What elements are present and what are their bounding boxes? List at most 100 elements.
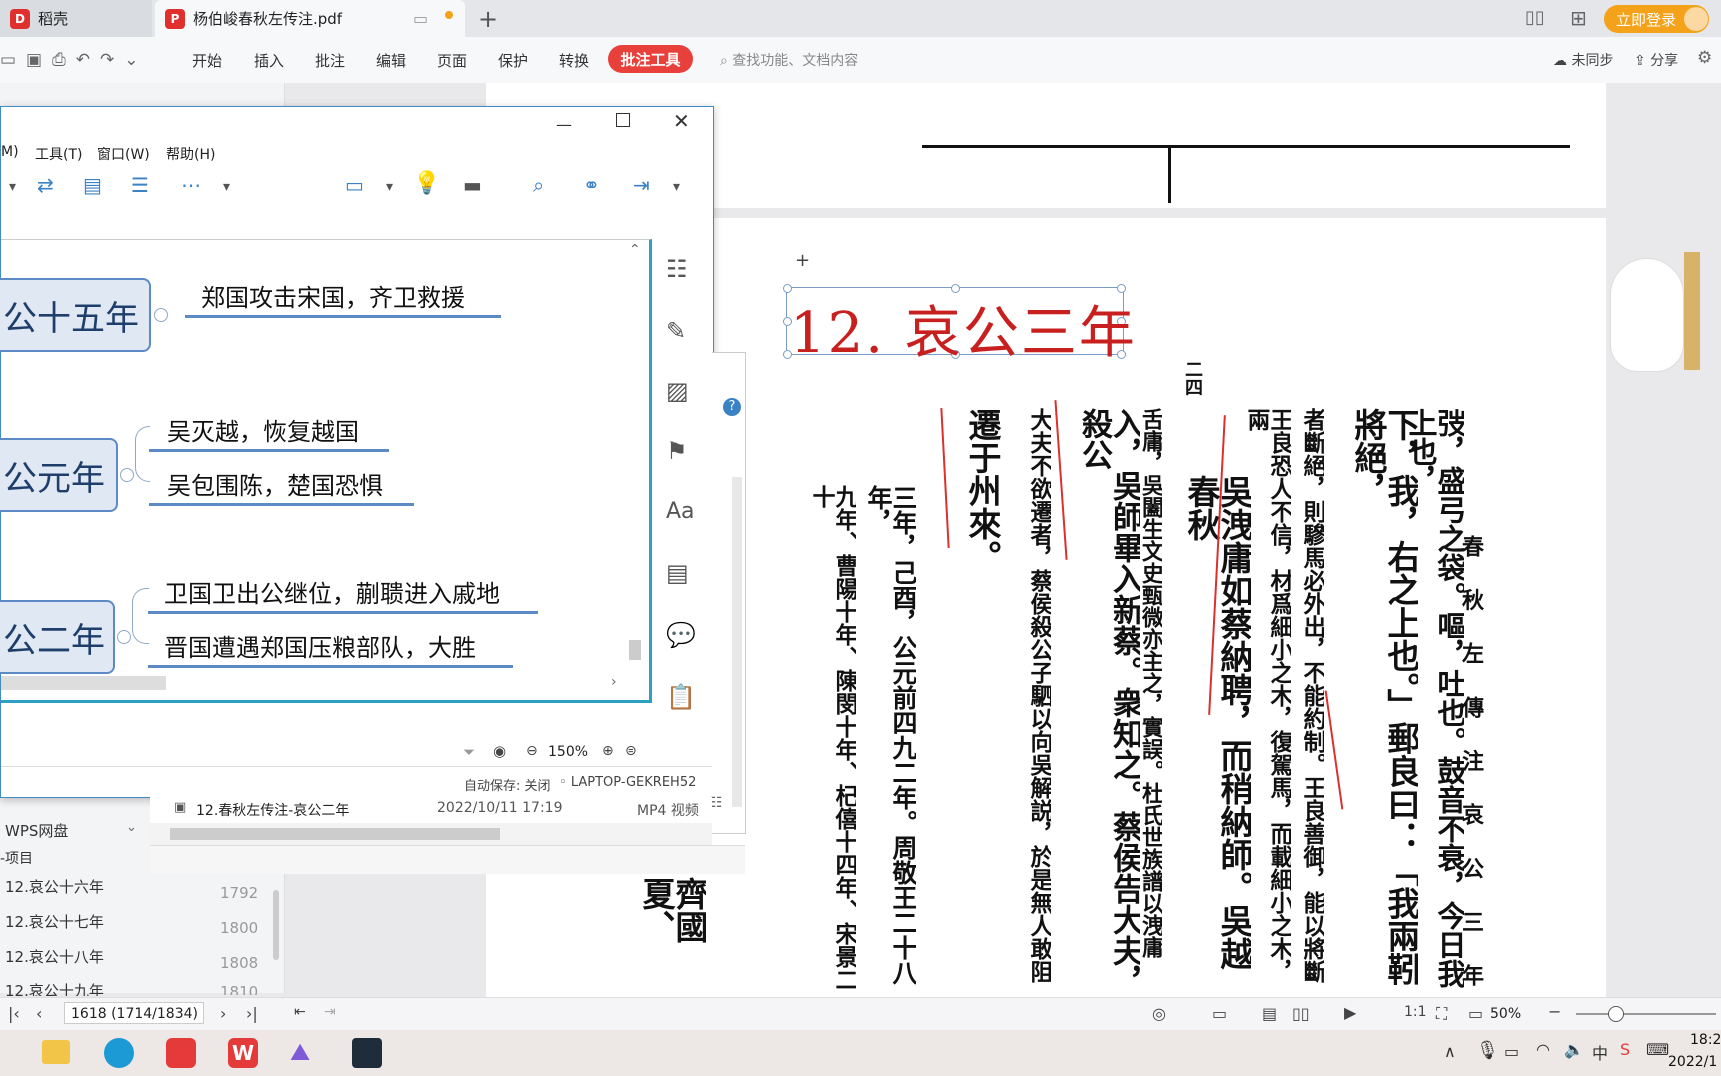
layout-icon[interactable]: ▯▯ [1525, 7, 1545, 28]
menu-insert[interactable]: 插入 [254, 50, 284, 71]
mindmap-window[interactable]: — ✕ M) 工具(T) 窗口(W) 帮助(H) ▾ ⇄ ▤ ☰ ⋯ ▾ ▭ ▾… [0, 106, 714, 798]
wps-icon[interactable]: W [228, 1038, 258, 1068]
maximize-icon[interactable] [616, 113, 630, 127]
menu-window[interactable]: 窗口(W) [97, 144, 150, 164]
filter-icon[interactable]: ⏷ [463, 743, 475, 761]
tab-document[interactable]: P 杨伯峻春秋左传注.pdf ▭ [155, 0, 465, 37]
subtopic-label[interactable]: 卫国卫出公继位，蒯聩进入戚地 [164, 574, 500, 609]
search-input[interactable]: ⌕ 查找功能、文档内容 [720, 50, 858, 70]
clock-date[interactable]: 2022/1 [1668, 1054, 1717, 1070]
page-input[interactable]: 1618 (1714/1834) [64, 1002, 204, 1024]
ime-toolbar[interactable] [1684, 252, 1700, 370]
note-icon[interactable]: ▤ [666, 559, 689, 587]
text-style-icon[interactable]: Aa [666, 499, 695, 524]
edge-browser-icon[interactable] [104, 1038, 134, 1068]
clock-time[interactable]: 18:2 [1690, 1032, 1721, 1048]
outline-item[interactable]: 12.哀公十七年 [5, 911, 104, 932]
battery-icon[interactable]: ▭ [1504, 1042, 1519, 1061]
zoom-in-icon[interactable]: ⊕ [602, 743, 614, 759]
wifi-icon[interactable]: ◠ [1536, 1040, 1550, 1059]
ime-mode-icon[interactable]: 中 [1592, 1040, 1608, 1064]
zoom-slider[interactable] [1576, 1013, 1716, 1015]
menu-edit[interactable]: 编辑 [376, 50, 406, 71]
settings-icon[interactable]: ⚙ [1697, 48, 1712, 68]
outline-icon[interactable]: ☷ [666, 255, 688, 283]
panel-icon[interactable]: ▬ [463, 173, 482, 197]
menu-convert[interactable]: 转换 [559, 50, 589, 71]
microphone-icon[interactable]: 🎙 [1476, 1040, 1499, 1061]
apps-grid-icon[interactable]: ⊞ [1570, 6, 1587, 30]
collapse-toggle-icon[interactable] [117, 630, 131, 644]
help-icon[interactable]: ? [723, 398, 741, 416]
play-icon[interactable]: ▶ [1344, 1003, 1356, 1022]
topic-node[interactable]: 公二年 [0, 600, 115, 674]
presentation-icon[interactable]: ▭ [345, 173, 364, 197]
single-page-icon[interactable]: ▭ [1212, 1004, 1227, 1023]
first-page-icon[interactable]: |‹ [8, 1004, 20, 1023]
file-row[interactable]: ▣ 12.春秋左传注-哀公二年 2022/10/11 17:19 MP4 视频 [150, 797, 712, 823]
subtopic-label[interactable]: 晋国遭遇郑国压粮部队，大胜 [164, 628, 476, 663]
comment-icon[interactable]: 💬 [666, 621, 696, 649]
outline-item[interactable]: 12.哀公十九年 [5, 980, 104, 996]
new-tab-button[interactable]: + [478, 5, 498, 33]
quick-access-icons[interactable]: ▭▣⎙↶↷⌄ [0, 50, 148, 70]
outline-item[interactable]: 12.哀公十六年 [5, 876, 104, 897]
menu-protect[interactable]: 保护 [498, 50, 528, 71]
more-icon[interactable]: ⋯ [181, 173, 201, 197]
topic-node[interactable]: 公元年 [0, 438, 118, 512]
zoom-out-icon[interactable]: − [1548, 1002, 1561, 1021]
menu-annotate[interactable]: 批注 [315, 50, 345, 71]
menu-help[interactable]: 帮助(H) [166, 144, 215, 164]
sogou-icon[interactable]: S [1620, 1040, 1630, 1059]
lightbulb-icon[interactable]: 💡 [413, 171, 440, 196]
sync-status[interactable]: ☁ 未同步 [1553, 50, 1613, 70]
format-brush-icon[interactable]: ✎ [666, 317, 686, 345]
eye-icon[interactable]: ◎ [1152, 1004, 1166, 1023]
topic-node[interactable]: 公十五年 [0, 278, 151, 352]
tab-home[interactable]: D 稻壳 [0, 0, 152, 37]
menu-tools[interactable]: 工具(T) [35, 144, 82, 164]
subtopic-label[interactable]: 吴包围陈，楚国恐惧 [167, 466, 383, 501]
boundary-icon[interactable]: ▤ [83, 173, 102, 197]
document-view-icon[interactable]: ▤ [1262, 1004, 1277, 1023]
chevron-down-icon[interactable]: ⌄ [126, 820, 137, 835]
video-editor-icon[interactable] [352, 1038, 382, 1068]
subtopic-label[interactable]: 吴灭越，恢复越国 [167, 412, 359, 447]
fit-icon[interactable]: ⊜ [625, 743, 637, 759]
mascot-icon[interactable] [1610, 258, 1684, 372]
wps-drive[interactable]: WPS网盘 [5, 820, 68, 841]
horizontal-scrollbar[interactable] [1, 676, 166, 690]
scrollbar[interactable] [732, 477, 742, 807]
login-button[interactable]: 立即登录 [1604, 5, 1709, 33]
search-icon[interactable]: ⌕ [533, 173, 544, 197]
dropdown-icon[interactable]: ▾ [386, 179, 393, 195]
scroll-up-icon[interactable]: ⌃ [629, 242, 641, 258]
zoom-out-icon[interactable]: ⊖ [526, 743, 538, 759]
scrollbar-thumb[interactable] [170, 828, 500, 840]
scroll-right-icon[interactable]: › [611, 674, 617, 690]
menu-annotation-tools[interactable]: 批注工具 [608, 45, 693, 73]
menu-start[interactable]: 开始 [192, 50, 222, 71]
keyboard-icon[interactable]: ⌨ [1646, 1040, 1669, 1059]
dropdown-icon[interactable]: ▾ [223, 179, 230, 195]
fit-page-icon[interactable]: ⛶ [1436, 1004, 1447, 1024]
tray-chevron-icon[interactable]: ∧ [1444, 1042, 1456, 1061]
fit-width-icon[interactable]: ▭ [1468, 1004, 1483, 1023]
menu-item[interactable]: M) [1, 144, 19, 160]
summary-icon[interactable]: ☰ [131, 173, 149, 197]
xmind-icon[interactable] [166, 1038, 196, 1068]
dropdown-icon[interactable]: ▾ [9, 179, 16, 195]
minimize-icon[interactable]: — [556, 115, 572, 134]
task-icon[interactable]: 📋 [666, 683, 696, 711]
mindmap-canvas[interactable]: 公十五年 郑国攻击宋国，齐卫救援 公元年 吴灭越，恢复越国 吴包围陈，楚国恐惧 … [0, 239, 652, 703]
file-explorer-icon[interactable] [42, 1040, 70, 1064]
actual-size-icon[interactable]: 1:1 [1404, 1004, 1427, 1020]
subtopic-label[interactable]: 郑国攻击宋国，齐卫救援 [201, 278, 465, 313]
outline-item[interactable]: 12.哀公十八年 [5, 946, 104, 967]
share-button[interactable]: ⇪ 分享 [1634, 50, 1678, 70]
menu-page[interactable]: 页面 [437, 50, 467, 71]
collapse-toggle-icon[interactable] [154, 308, 168, 322]
volume-icon[interactable]: 🔈 [1564, 1040, 1584, 1059]
zoom-level[interactable]: 50% [1490, 1006, 1521, 1022]
collapse-toggle-icon[interactable] [120, 468, 134, 482]
